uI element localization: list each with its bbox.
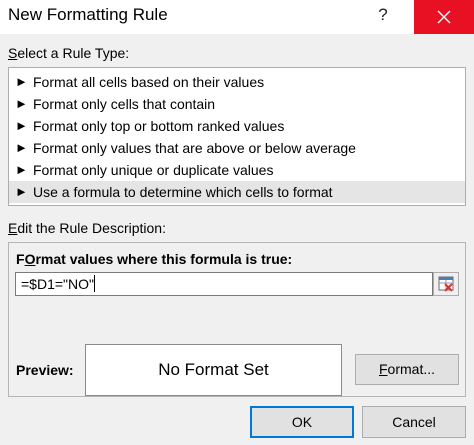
formula-input[interactable]: =$D1="NO"	[15, 272, 433, 296]
range-selector-button[interactable]	[433, 272, 459, 296]
arrow-right-icon: ►	[15, 140, 28, 155]
rule-type-item-selected[interactable]: ► Use a formula to determine which cells…	[9, 181, 465, 203]
rule-type-item-label: Format only unique or duplicate values	[33, 162, 274, 178]
rule-type-item[interactable]: ► Format only cells that contain	[9, 93, 465, 115]
close-icon	[437, 10, 451, 24]
rule-type-item[interactable]: ► Format only values that are above or b…	[9, 137, 465, 159]
rule-type-item-label: Format only top or bottom ranked values	[33, 118, 285, 134]
rule-type-item[interactable]: ► Format only unique or duplicate values	[9, 159, 465, 181]
formula-caption: FOrmat values where this formula is true…	[16, 251, 293, 267]
rule-type-item-label: Use a formula to determine which cells t…	[33, 184, 333, 200]
help-button[interactable]: ?	[368, 0, 398, 34]
arrow-right-icon: ►	[15, 96, 28, 111]
ok-button[interactable]: OK	[250, 406, 354, 438]
arrow-right-icon: ►	[15, 118, 28, 133]
rule-type-label: Select a Rule Type:	[8, 45, 130, 61]
dialog-title: New Formatting Rule	[8, 5, 168, 24]
preview-label: Preview:	[16, 362, 74, 378]
rule-type-item-label: Format only values that are above or bel…	[33, 140, 356, 156]
rule-description-panel: FOrmat values where this formula is true…	[8, 242, 466, 397]
rule-type-item[interactable]: ► Format all cells based on their values	[9, 71, 465, 93]
text-caret	[93, 275, 95, 292]
arrow-right-icon: ►	[15, 184, 28, 199]
preview-box: No Format Set	[85, 344, 342, 396]
rule-type-item-label: Format only cells that contain	[33, 96, 216, 112]
format-button[interactable]: Format...	[355, 354, 459, 385]
formula-value: =$D1="NO"	[21, 276, 94, 292]
arrow-right-icon: ►	[15, 74, 28, 89]
rule-type-item[interactable]: ► Format only top or bottom ranked value…	[9, 115, 465, 137]
cancel-button[interactable]: Cancel	[362, 406, 466, 438]
rule-type-list[interactable]: ► Format all cells based on their values…	[8, 67, 466, 206]
rule-type-item-label: Format all cells based on their values	[33, 74, 265, 90]
close-button[interactable]	[414, 0, 474, 34]
title-bar: New Formatting Rule ?	[0, 0, 474, 34]
rule-description-label: Edit the Rule Description:	[8, 220, 166, 236]
arrow-right-icon: ►	[15, 162, 28, 177]
range-selector-icon	[438, 276, 454, 292]
